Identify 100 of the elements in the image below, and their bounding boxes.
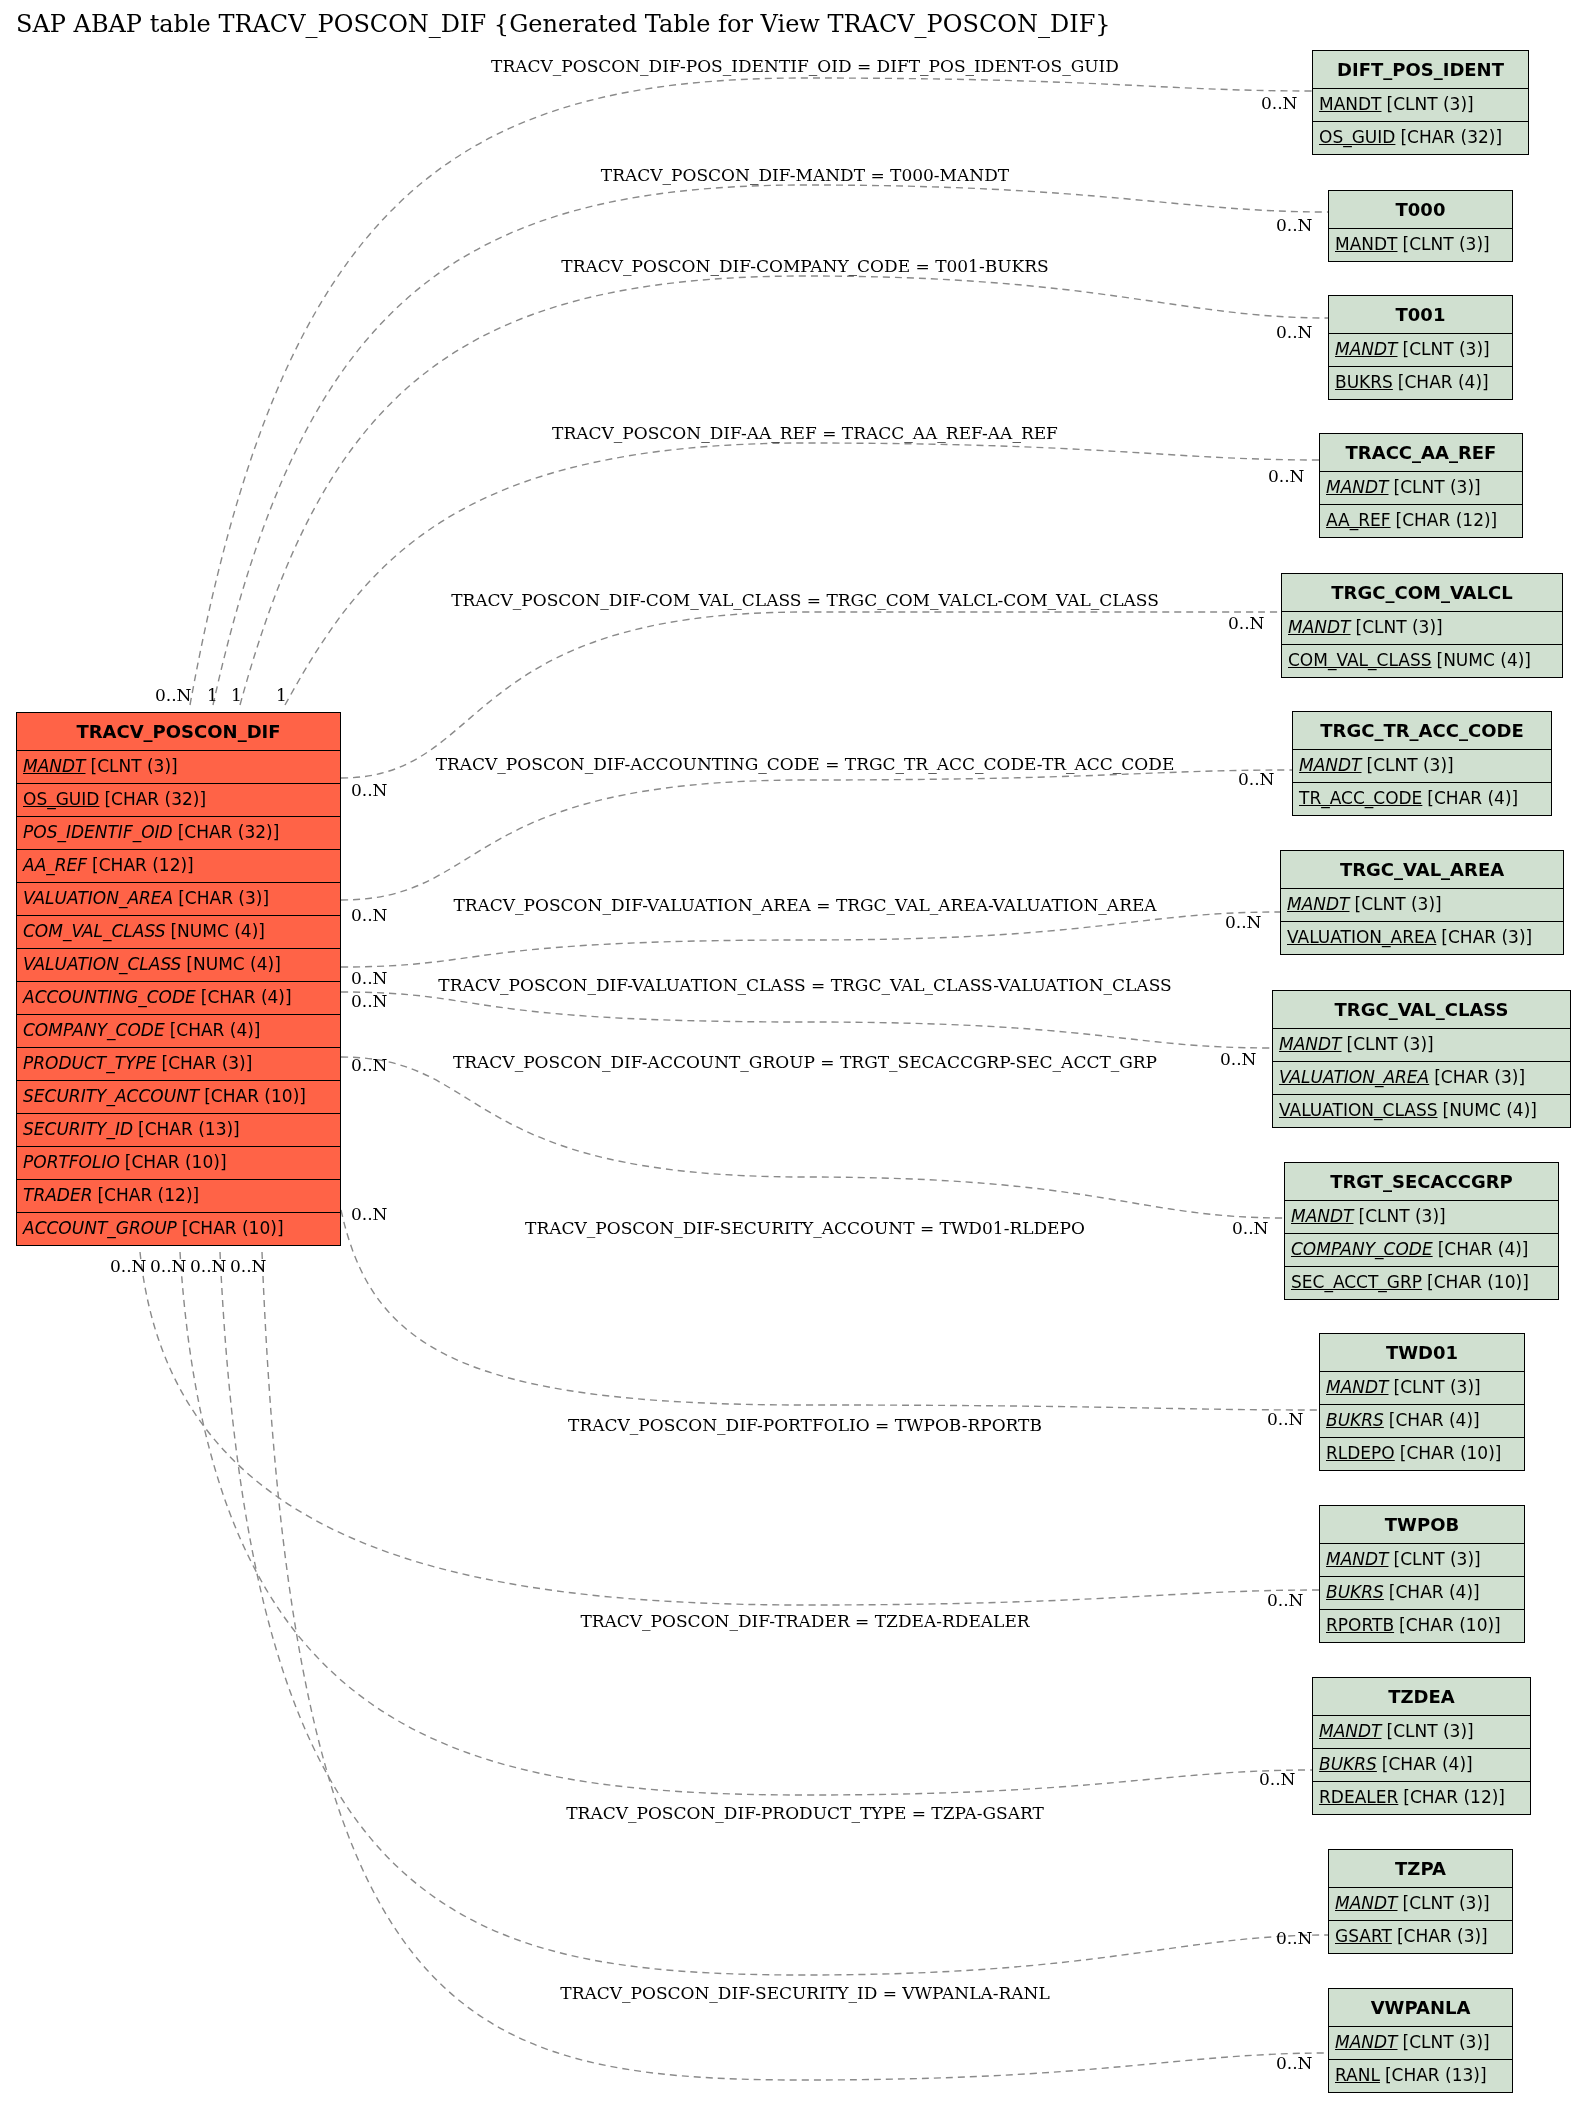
cardinality-label: 0..N bbox=[351, 904, 388, 927]
field-type: [CHAR (4)] bbox=[200, 986, 292, 1010]
field-name: SECURITY_ACCOUNT bbox=[23, 1085, 200, 1109]
table-title: TZDEA bbox=[1387, 1685, 1456, 1709]
field-type: [NUMC (4)] bbox=[1442, 1099, 1537, 1123]
field-type: [CHAR (32)] bbox=[104, 788, 207, 812]
field-name: RLDEPO bbox=[1326, 1442, 1395, 1466]
field-type: [CHAR (10)] bbox=[1399, 1614, 1501, 1638]
cardinality-label: 0..N bbox=[150, 1255, 187, 1278]
relation-label: TRACV_POSCON_DIF-PORTFOLIO = TWPOB-RPORTB bbox=[568, 1414, 1042, 1437]
field-name: COMPANY_CODE bbox=[23, 1019, 165, 1043]
relation-label: TRACV_POSCON_DIF-POS_IDENTIF_OID = DIFT_POS_IDENT-OS_GUID bbox=[491, 55, 1119, 78]
relation-label: TRACV_POSCON_DIF-SECURITY_ACCOUNT = TWD01-RLDEPO bbox=[525, 1217, 1085, 1240]
relation-label: TRACV_POSCON_DIF-VALUATION_AREA = TRGC_VAL_AREA-VALUATION_AREA bbox=[453, 894, 1157, 917]
field-name: AA_REF bbox=[23, 854, 88, 878]
table-title: T001 bbox=[1394, 303, 1447, 327]
field-name: ACCOUNT_GROUP bbox=[23, 1217, 177, 1241]
field-type: [CHAR (13)] bbox=[138, 1118, 240, 1142]
field-name: MANDT bbox=[23, 755, 86, 779]
table-title: TRGC_COM_VALCL bbox=[1330, 581, 1514, 605]
cardinality-label: 0..N bbox=[1267, 1408, 1304, 1431]
field-name: MANDT bbox=[1326, 476, 1389, 500]
field-name: SECURITY_ID bbox=[23, 1118, 134, 1142]
field-name: VALUATION_AREA bbox=[23, 887, 174, 911]
cardinality-label: 0..N bbox=[1267, 1589, 1304, 1612]
field-type: [CHAR (3)] bbox=[1434, 1066, 1526, 1090]
cardinality-label: 1 bbox=[276, 684, 287, 707]
field-name: TRADER bbox=[23, 1184, 93, 1208]
field-name: SEC_ACCT_GRP bbox=[1291, 1271, 1423, 1295]
table-title: TZPA bbox=[1394, 1857, 1447, 1881]
cardinality-label: 0..N bbox=[1276, 214, 1313, 237]
cardinality-label: 0..N bbox=[155, 684, 192, 707]
cardinality-label: 1 bbox=[231, 684, 242, 707]
relation-label: TRACV_POSCON_DIF-ACCOUNT_GROUP = TRGT_SECACCGRP-SEC_ACCT_GRP bbox=[452, 1051, 1158, 1074]
field-name: BUKRS bbox=[1335, 371, 1393, 395]
field-type: [CHAR (10)] bbox=[1427, 1271, 1529, 1295]
field-name: MANDT bbox=[1335, 1892, 1398, 1916]
field-type: [CHAR (32)] bbox=[177, 821, 280, 845]
field-type: [CHAR (4)] bbox=[1437, 1238, 1529, 1262]
field-type: [CLNT (3)] bbox=[1386, 1720, 1474, 1744]
table-title: TWPOB bbox=[1383, 1513, 1461, 1537]
field-name: OS_GUID bbox=[1319, 126, 1396, 150]
field-type: [CHAR (10)] bbox=[181, 1217, 284, 1241]
field-type: [CHAR (3)] bbox=[1396, 1925, 1488, 1949]
table-title: TRGC_VAL_AREA bbox=[1338, 858, 1506, 882]
field-type: [CHAR (3)] bbox=[1441, 926, 1533, 950]
table-title: T000 bbox=[1394, 198, 1447, 222]
field-name: MANDT bbox=[1335, 338, 1398, 362]
field-type: [CLNT (3)] bbox=[1393, 1548, 1481, 1572]
field-type: [CHAR (4)] bbox=[1427, 787, 1519, 811]
field-type: [CLNT (3)] bbox=[1355, 616, 1443, 640]
field-name: BUKRS bbox=[1326, 1409, 1384, 1433]
field-name: RPORTB bbox=[1326, 1614, 1395, 1638]
field-name: MANDT bbox=[1326, 1376, 1389, 1400]
field-name: AA_REF bbox=[1326, 509, 1391, 533]
field-name: GSART bbox=[1335, 1925, 1392, 1949]
field-type: [CLNT (3)] bbox=[1386, 93, 1474, 117]
relation-label: TRACV_POSCON_DIF-AA_REF = TRACC_AA_REF-AA_REF bbox=[552, 422, 1058, 445]
relation-label: TRACV_POSCON_DIF-ACCOUNTING_CODE = TRGC_TR_ACC_CODE-TR_ACC_CODE bbox=[435, 753, 1175, 776]
field-name: MANDT bbox=[1319, 93, 1382, 117]
table-title: TRGC_VAL_CLASS bbox=[1333, 998, 1510, 1022]
field-type: [CHAR (4)] bbox=[1381, 1753, 1473, 1777]
field-type: [CHAR (12)] bbox=[1395, 509, 1498, 533]
field-type: [CLNT (3)] bbox=[1402, 233, 1490, 257]
cardinality-label: 0..N bbox=[351, 779, 388, 802]
relation-label: TRACV_POSCON_DIF-SECURITY_ID = VWPANLA-RANL bbox=[560, 1982, 1050, 2005]
field-name: MANDT bbox=[1279, 1033, 1342, 1057]
field-name: MANDT bbox=[1335, 233, 1398, 257]
field-type: [CLNT (3)] bbox=[1402, 1892, 1490, 1916]
field-name: OS_GUID bbox=[23, 788, 100, 812]
field-name: PORTFOLIO bbox=[23, 1151, 120, 1175]
field-name: MANDT bbox=[1299, 754, 1362, 778]
field-name: COM_VAL_CLASS bbox=[23, 920, 166, 944]
field-name: TR_ACC_CODE bbox=[1299, 787, 1423, 811]
relation-label: TRACV_POSCON_DIF-COM_VAL_CLASS = TRGC_COM_VALCL-COM_VAL_CLASS bbox=[451, 589, 1159, 612]
field-type: [CHAR (12)] bbox=[97, 1184, 200, 1208]
field-name: MANDT bbox=[1287, 893, 1350, 917]
field-type: [CHAR (32)] bbox=[1400, 126, 1503, 150]
field-type: [CHAR (13)] bbox=[1384, 2064, 1487, 2088]
table-title: DIFT_POS_IDENT bbox=[1336, 58, 1505, 82]
cardinality-label: 0..N bbox=[351, 990, 388, 1013]
field-name: MANDT bbox=[1335, 2031, 1398, 2055]
field-type: [CHAR (12)] bbox=[92, 854, 194, 878]
diagram-title: SAP ABAP table TRACV_POSCON_DIF {Generated Table for View TRACV_POSCON_DIF} bbox=[16, 9, 1111, 40]
field-type: [NUMC (4)] bbox=[170, 920, 265, 944]
field-name: VALUATION_CLASS bbox=[23, 953, 182, 977]
field-type: [CLNT (3)] bbox=[1366, 754, 1454, 778]
field-name: BUKRS bbox=[1326, 1581, 1384, 1605]
field-name: RANL bbox=[1335, 2064, 1380, 2088]
cardinality-label: 0..N bbox=[230, 1255, 267, 1278]
field-type: [CHAR (4)] bbox=[1388, 1409, 1480, 1433]
cardinality-label: 0..N bbox=[1232, 1217, 1269, 1240]
cardinality-label: 0..N bbox=[1238, 768, 1275, 791]
field-type: [CLNT (3)] bbox=[1402, 2031, 1490, 2055]
cardinality-label: 0..N bbox=[1259, 1768, 1296, 1791]
relation-label: TRACV_POSCON_DIF-TRADER = TZDEA-RDEALER bbox=[580, 1610, 1030, 1633]
table-title: TRGT_SECACCGRP bbox=[1329, 1170, 1514, 1194]
cardinality-label: 0..N bbox=[1276, 321, 1313, 344]
cardinality-label: 0..N bbox=[351, 1054, 388, 1077]
table-title: TRACV_POSCON_DIF bbox=[75, 720, 282, 744]
